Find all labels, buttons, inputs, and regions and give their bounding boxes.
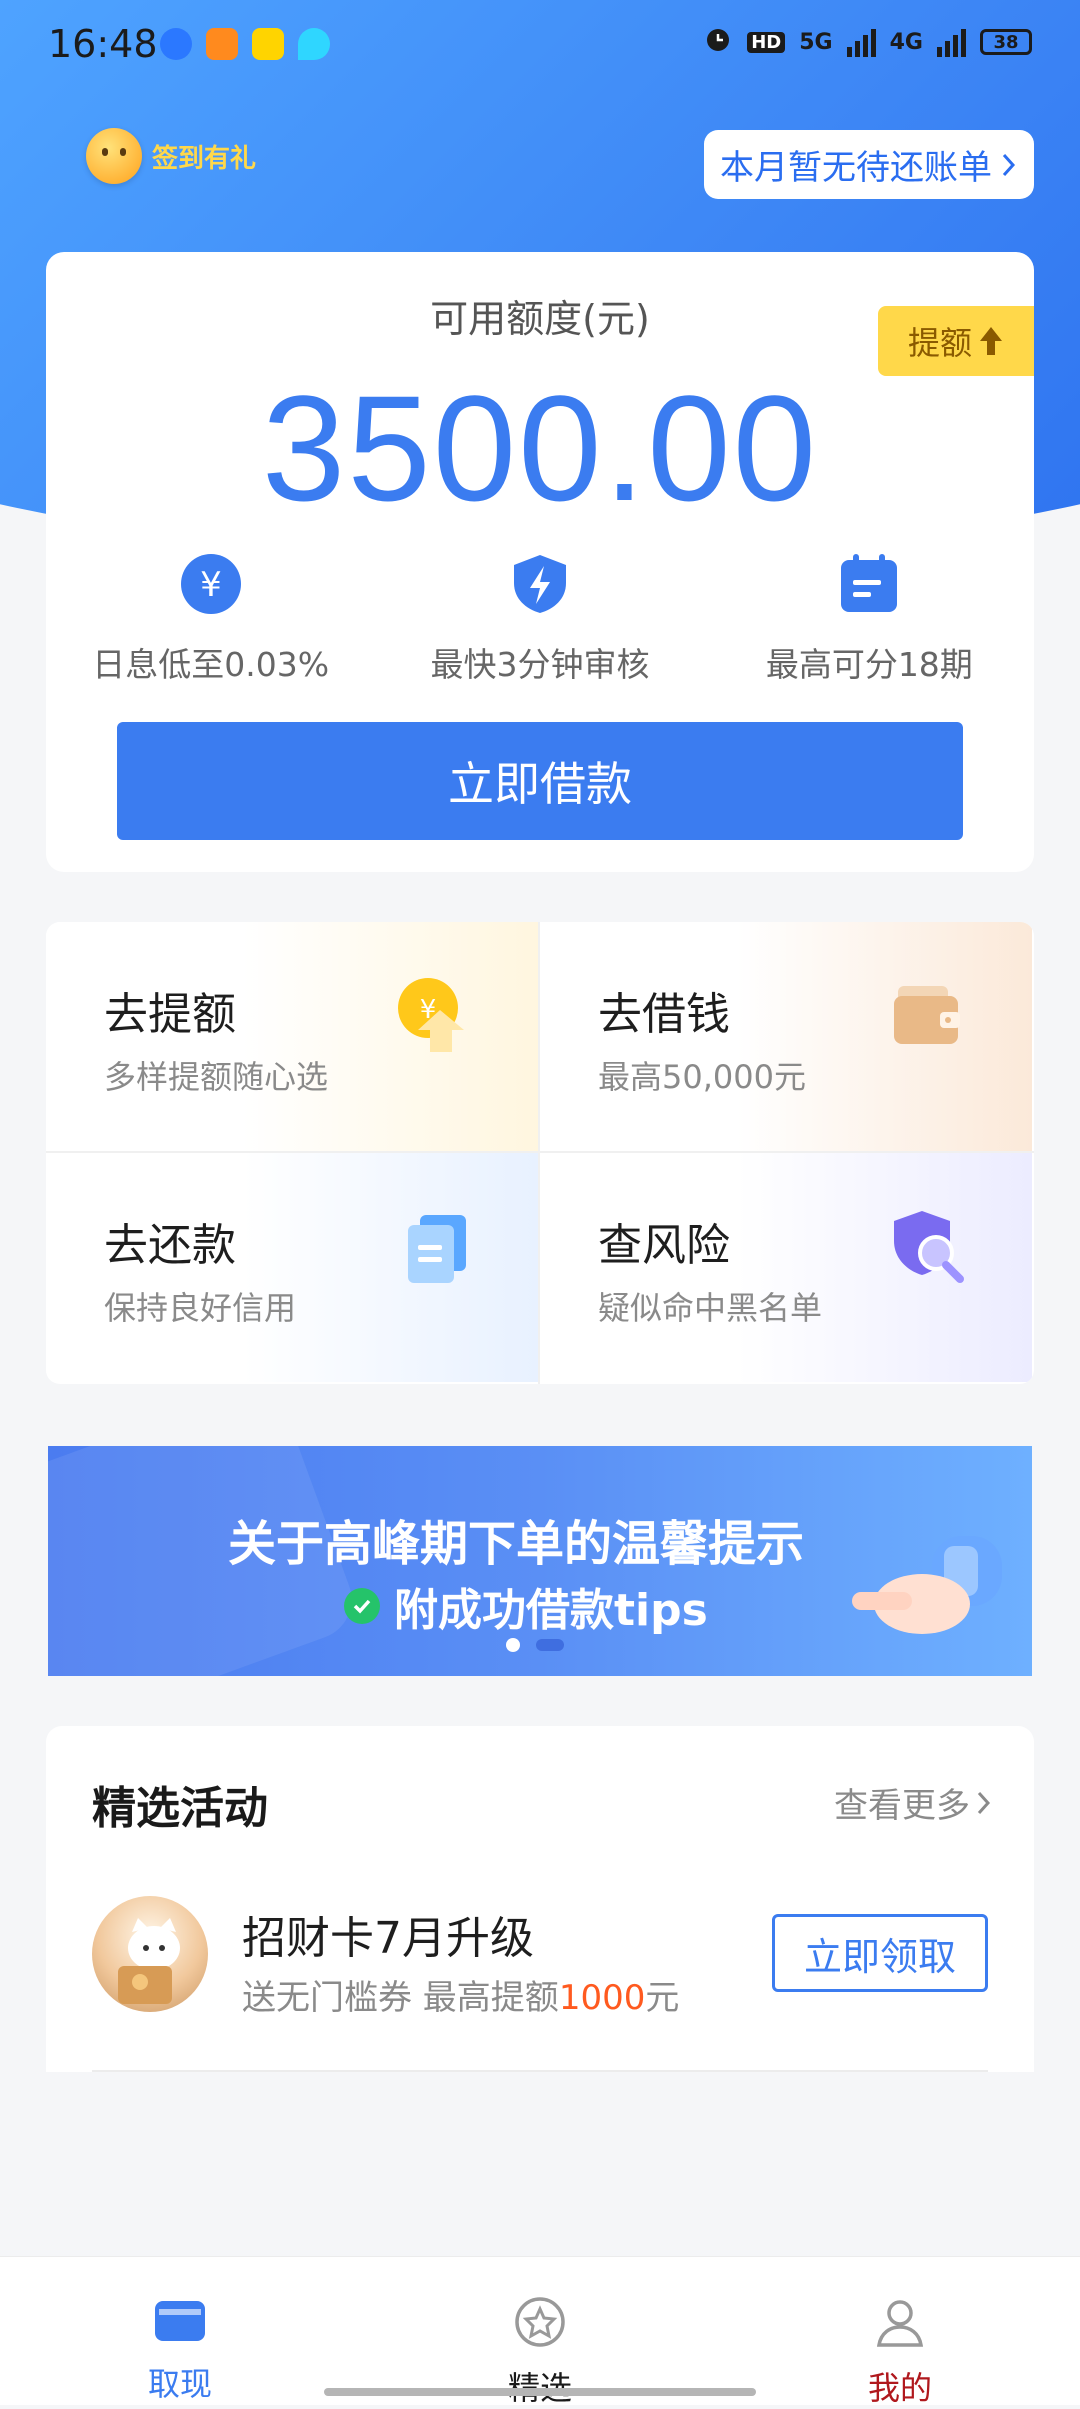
credit-amount: 3500.00: [261, 364, 819, 532]
raise-limit-label: 提额: [907, 324, 972, 362]
bottom-tab-bar: 取现 精选 我的: [0, 2256, 1080, 2407]
tab-label: 精选: [460, 2363, 620, 2409]
tab-cash[interactable]: 取现: [100, 2295, 260, 2405]
feature-review: 最快3分钟审核: [390, 552, 690, 686]
alarm-icon: [703, 24, 733, 60]
status-bar: 16:48 HD 5G 4G 38: [0, 0, 1080, 96]
grid-divider-h: [46, 1151, 1034, 1153]
tool-app-icon: [252, 28, 284, 60]
grid-risk-check[interactable]: 查风险 疑似命中黑名单: [540, 1153, 1032, 1382]
arrow-up-icon: [980, 327, 1002, 355]
activity-description: 送无门槛券 最高提额1000元: [242, 1970, 679, 2019]
cell-title: 去借钱: [598, 989, 730, 1040]
signal-5g-label: 5G: [799, 29, 833, 55]
desc-prefix: 送无门槛券 最高提额: [242, 1978, 559, 2018]
battery-icon: 38: [980, 29, 1032, 55]
bill-status-button[interactable]: 本月暂无待还账单: [704, 130, 1034, 199]
cell-title: 去还款: [104, 1220, 236, 1271]
chat-app-icon: [160, 28, 192, 60]
signin-reward[interactable]: 签到有礼: [86, 128, 256, 184]
credit-card: 可用额度(元) 3500.00 提额 ¥ 日息低至0.03% 最快3分钟审核 最…: [46, 252, 1034, 872]
bill-status-label: 本月暂无待还账单: [720, 148, 992, 188]
star-circle-icon: [515, 2297, 565, 2347]
finance-app-icon: [206, 28, 238, 60]
borrow-now-button[interactable]: 立即借款: [117, 722, 963, 840]
pointing-hand-icon: [852, 1526, 1002, 1646]
coin-up-icon: ¥: [390, 972, 480, 1062]
banner-pagination: [506, 1638, 564, 1652]
view-more-label: 查看更多: [834, 1786, 970, 1826]
signal-bars-icon: [846, 27, 876, 57]
status-time: 16:48: [48, 22, 158, 66]
cell-subtitle: 多样提额随心选: [104, 1058, 329, 1096]
feature-text: 日息低至0.03%: [92, 645, 330, 684]
feature-interest: ¥ 日息低至0.03%: [61, 552, 361, 686]
activity-name: 招财卡7月升级: [242, 1913, 534, 1964]
shield-lightning-icon: [508, 552, 572, 616]
grid-borrow[interactable]: 去借钱 最高50,000元: [540, 922, 1032, 1151]
feature-text: 最快3分钟审核: [430, 645, 650, 684]
wallet-tab-icon: [155, 2301, 205, 2341]
tab-mine[interactable]: 我的: [820, 2295, 980, 2409]
svg-text:¥: ¥: [420, 995, 437, 1025]
grid-raise-limit[interactable]: 去提额 多样提额随心选 ¥: [46, 922, 538, 1151]
chevron-right-icon: [1002, 153, 1016, 176]
view-more-link[interactable]: 查看更多: [834, 1778, 992, 1827]
drop-app-icon: [298, 28, 330, 60]
page-dot-active: [506, 1638, 520, 1652]
signal-bars-icon-2: [937, 27, 966, 57]
signin-mascot-icon: [86, 128, 142, 184]
cell-subtitle: 疑似命中黑名单: [598, 1289, 823, 1327]
raise-limit-button[interactable]: 提额: [878, 306, 1034, 376]
user-icon: [876, 2300, 924, 2347]
home-indicator[interactable]: [324, 2388, 756, 2396]
shield-search-icon: [884, 1203, 974, 1293]
banner-subtitle: 附成功借款tips: [344, 1574, 708, 1638]
quick-actions-grid: 去提额 多样提额随心选 ¥ 去借钱 最高50,000元 去还款 保持良好信用 查…: [46, 922, 1034, 1384]
cell-title: 查风险: [598, 1220, 730, 1271]
desc-suffix: 元: [645, 1978, 680, 2018]
check-icon: [344, 1588, 380, 1624]
tab-label: 取现: [147, 2365, 212, 2403]
wallet-icon: [884, 972, 974, 1062]
grid-repay[interactable]: 去还款 保持良好信用: [46, 1153, 538, 1382]
desc-highlight: 1000: [558, 1978, 646, 2018]
calendar-icon: [837, 552, 901, 616]
document-icon: [390, 1203, 480, 1293]
chevron-right-icon: [977, 1791, 991, 1814]
hd-icon: HD: [747, 31, 786, 53]
divider: [92, 2070, 988, 2072]
status-indicators: HD 5G 4G 38: [703, 24, 1032, 60]
cell-subtitle: 最高50,000元: [598, 1058, 806, 1096]
promo-banner[interactable]: 关于高峰期下单的温馨提示 附成功借款tips: [48, 1446, 1032, 1676]
activity-cat-avatar: [92, 1896, 208, 2012]
banner-title: 关于高峰期下单的温馨提示: [228, 1516, 805, 1572]
svg-text:¥: ¥: [200, 565, 222, 605]
page-dot: [536, 1639, 564, 1651]
tab-label: 我的: [867, 2369, 932, 2407]
feature-installment: 最高可分18期: [719, 552, 1019, 686]
yen-icon: ¥: [179, 552, 243, 616]
grid-divider-v: [538, 922, 540, 1384]
feature-text: 最高可分18期: [765, 645, 973, 684]
signin-label: 签到有礼: [152, 143, 257, 174]
banner-subtitle-text: 附成功借款tips: [394, 1585, 708, 1636]
cell-title: 去提额: [104, 989, 236, 1040]
feature-row: ¥ 日息低至0.03% 最快3分钟审核 最高可分18期: [46, 552, 1034, 686]
claim-now-button[interactable]: 立即领取: [772, 1914, 988, 1992]
featured-activities: 精选活动 查看更多 招财卡7月升级 送无门槛券 最高提额1000元 立即领取: [46, 1726, 1034, 2072]
cell-subtitle: 保持良好信用: [104, 1289, 297, 1327]
signal-4g-label: 4G: [889, 29, 923, 55]
section-title: 精选活动: [92, 1783, 268, 1834]
